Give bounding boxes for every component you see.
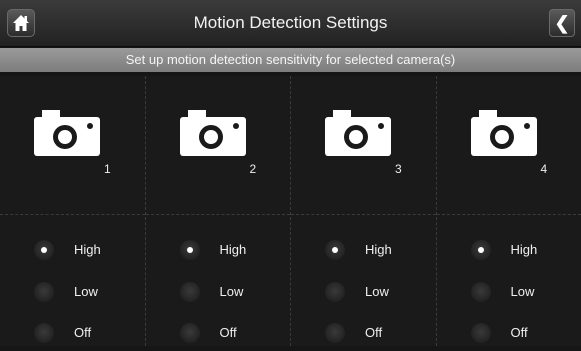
camera-icon: [179, 110, 246, 156]
radio-icon[interactable]: [34, 282, 54, 302]
radio-icon[interactable]: [179, 323, 200, 343]
option-label: High: [510, 242, 538, 257]
option-label: High: [365, 242, 392, 257]
divider: [436, 214, 581, 215]
divider: [0, 214, 145, 215]
radio-icon[interactable]: [470, 282, 491, 302]
divider: [291, 214, 436, 215]
radio-icon[interactable]: [179, 282, 200, 302]
title-bar: Motion Detection Settings ❮: [0, 0, 581, 47]
option-off-cam1[interactable]: Off: [0, 319, 145, 345]
option-label: Low: [510, 284, 535, 299]
radio-icon[interactable]: [325, 282, 345, 302]
radio-icon[interactable]: [325, 323, 345, 343]
option-off-cam4[interactable]: Off: [437, 319, 581, 345]
option-high-cam4[interactable]: High: [437, 236, 581, 262]
option-label: High: [74, 242, 101, 257]
radio-selected-icon[interactable]: [470, 240, 491, 260]
back-button[interactable]: ❮: [549, 9, 575, 37]
camera-icon: [470, 110, 537, 156]
camera-column-4: 4 High Low Off: [435, 76, 581, 346]
radio-selected-icon[interactable]: [179, 240, 200, 260]
option-label: Off: [74, 325, 92, 340]
option-high-cam2[interactable]: High: [146, 236, 291, 262]
camera-column-2: 2 High Low Off: [144, 76, 291, 346]
camera-number: 1: [104, 162, 111, 176]
radio-selected-icon[interactable]: [325, 240, 345, 260]
camera-select-3[interactable]: 3: [291, 76, 436, 214]
option-off-cam3[interactable]: Off: [291, 319, 436, 345]
option-high-cam3[interactable]: High: [291, 236, 436, 262]
option-label: Low: [219, 284, 244, 299]
divider: [145, 214, 290, 215]
option-label: Low: [74, 284, 98, 299]
app-window: Motion Detection Settings ❮ Set up motio…: [0, 0, 581, 351]
camera-column-1: 1 High Low Off: [0, 76, 145, 346]
option-high-cam1[interactable]: High: [0, 236, 145, 262]
radio-selected-icon[interactable]: [34, 240, 54, 260]
camera-select-2[interactable]: 2: [146, 76, 291, 214]
camera-select-1[interactable]: 1: [0, 76, 145, 214]
page-title: Motion Detection Settings: [193, 13, 388, 32]
camera-number: 4: [540, 162, 548, 176]
option-label: Low: [365, 284, 389, 299]
option-low-cam4[interactable]: Low: [437, 278, 581, 304]
camera-number: 3: [395, 162, 402, 176]
back-arrow-icon: ❮: [554, 13, 570, 33]
camera-grid: 1 High Low Off 2 High Low Off 3 High Low…: [0, 76, 581, 346]
option-off-cam2[interactable]: Off: [146, 319, 291, 345]
option-label: Off: [219, 325, 237, 340]
option-low-cam1[interactable]: Low: [0, 278, 145, 304]
radio-icon[interactable]: [34, 323, 54, 343]
option-label: Off: [510, 325, 528, 340]
option-low-cam3[interactable]: Low: [291, 278, 436, 304]
camera-icon: [34, 110, 100, 156]
option-low-cam2[interactable]: Low: [146, 278, 291, 304]
instruction-banner: Set up motion detection sensitivity for …: [0, 48, 581, 72]
camera-icon: [325, 110, 391, 156]
camera-column-3: 3 High Low Off: [290, 76, 436, 346]
radio-icon[interactable]: [470, 323, 491, 343]
camera-number: 2: [249, 162, 257, 176]
option-label: High: [219, 242, 247, 257]
option-label: Off: [365, 325, 383, 340]
camera-select-4[interactable]: 4: [437, 76, 581, 214]
